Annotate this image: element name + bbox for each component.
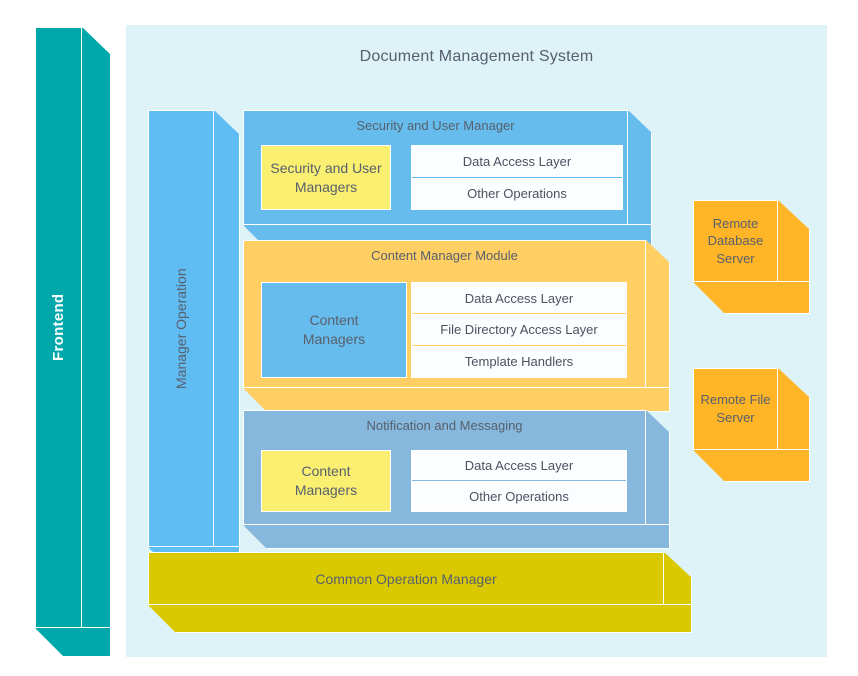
layer-list-security: Data Access Layer Other Operations (411, 145, 623, 210)
chip-security-line1: Security and User (270, 159, 382, 176)
manager-operation-side-face (214, 110, 240, 547)
remote-database-server-line1: Remote (712, 215, 759, 231)
remote-database-server-front-face: Remote Database Server (693, 200, 778, 282)
remote-file-server-label: Remote File Server (700, 391, 770, 426)
layer-row[interactable]: Data Access Layer (412, 146, 622, 178)
module-notify-bottom-face (243, 525, 670, 549)
chip-content-line2: Managers (302, 331, 366, 347)
module-content-side-face (646, 240, 670, 388)
frontend-label: Frontend (50, 293, 67, 362)
chip-security-label: Security and User Managers (270, 159, 381, 197)
module-content-bottom-face (243, 388, 670, 412)
diagram-stage: Document Management System Frontend Mana… (0, 0, 858, 676)
layer-row[interactable]: Data Access Layer (412, 451, 626, 481)
layer-row[interactable]: File Directory Access Layer (412, 314, 626, 346)
common-operation-bottom-face (148, 605, 692, 633)
module-security-title: Security and User Manager (356, 118, 515, 133)
frontend-bottom-face (35, 628, 111, 657)
chip-security-line2: Managers (294, 178, 358, 195)
chip-notify-line1: Content (301, 463, 351, 480)
remote-file-server-line2: Server (716, 410, 755, 425)
remote-database-server-label: Remote Database Server (708, 215, 764, 268)
page-title: Document Management System (359, 48, 594, 65)
chip-content-managers[interactable]: Content Managers (261, 282, 407, 378)
layer-row[interactable]: Other Operations (412, 178, 622, 210)
chip-content-line1: Content (309, 312, 359, 329)
chip-notification-content-managers[interactable]: Content Managers (261, 450, 391, 512)
manager-operation-block[interactable]: Manager Operation (148, 110, 240, 573)
remote-database-server-cube[interactable]: Remote Database Server (693, 200, 810, 314)
chip-security-and-user-managers[interactable]: Security and User Managers (261, 145, 391, 210)
layer-row[interactable]: Data Access Layer (412, 283, 626, 315)
layer-row[interactable]: Template Handlers (412, 346, 626, 377)
common-operation-label: Common Operation Manager (315, 570, 497, 587)
chip-notify-line2: Managers (294, 482, 358, 498)
layer-row[interactable]: Other Operations (412, 481, 626, 511)
remote-file-server-front-face: Remote File Server (693, 368, 778, 450)
module-content-title: Content Manager Module (371, 248, 518, 263)
module-notify-title: Notification and Messaging (366, 418, 523, 433)
frontend-block[interactable]: Frontend (35, 27, 111, 657)
remote-database-server-line3: Server (716, 250, 755, 266)
common-operation-manager-block[interactable]: Common Operation Manager (148, 552, 692, 633)
chip-content-label: Content Managers (303, 311, 365, 349)
layer-list-content: Data Access Layer File Directory Access … (411, 282, 627, 378)
manager-operation-label: Manager Operation (173, 268, 189, 389)
layer-list-notify: Data Access Layer Other Operations (411, 450, 627, 512)
remote-file-server-cube[interactable]: Remote File Server (693, 368, 810, 482)
remote-file-server-line1: Remote File (700, 392, 771, 408)
remote-database-server-line2: Database (707, 233, 764, 249)
frontend-side-face (82, 27, 111, 628)
chip-notify-label: Content Managers (295, 462, 357, 500)
